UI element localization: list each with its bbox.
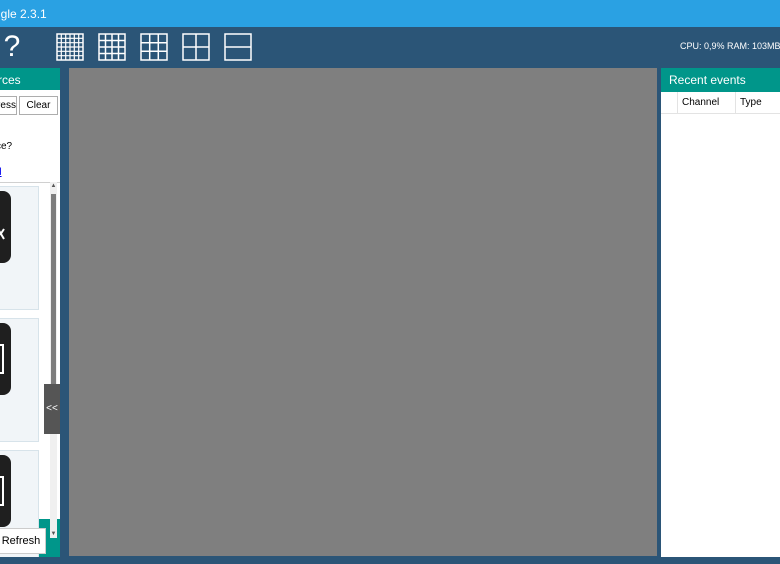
resource-status: CPU: 0,9% RAM: 103MB (680, 41, 780, 51)
column-type[interactable]: Type (735, 92, 780, 113)
source-card[interactable] (0, 318, 39, 442)
device-icon (0, 191, 11, 263)
device-icon (0, 455, 11, 527)
bottom-bar (0, 557, 780, 564)
grid-2x2-icon (182, 33, 210, 61)
layout-1x2-button[interactable] (224, 33, 252, 61)
video-grid-area[interactable] (69, 68, 657, 556)
events-list: Channel Type (661, 92, 780, 557)
address-button[interactable]: ress (0, 96, 17, 115)
source-link[interactable]: d (0, 167, 2, 178)
refresh-button[interactable]: Refresh (0, 528, 46, 554)
events-panel-header: Recent events (661, 68, 780, 90)
toolbar: ? CPU: 0,9% RAM: 103MB (0, 27, 780, 67)
device-icon (0, 323, 11, 395)
source-question: ce? (0, 141, 13, 152)
scroll-up-icon[interactable]: ▲ (50, 182, 57, 190)
sources-panel-title: rces (0, 73, 21, 87)
grid-3x3-icon (140, 33, 168, 61)
collapse-panel-button[interactable]: << (44, 384, 60, 434)
layout-3x3-button[interactable] (140, 33, 168, 61)
clear-button[interactable]: Clear (19, 96, 58, 115)
grid-4x4-icon (98, 33, 126, 61)
layout-6x6-button[interactable] (56, 33, 84, 61)
grid-6x6-icon (56, 33, 84, 61)
layout-4x4-button[interactable] (98, 33, 126, 61)
scroll-thumb[interactable] (51, 194, 56, 414)
window-title: ngle 2.3.1 (0, 7, 47, 21)
events-table-header: Channel Type (661, 92, 780, 114)
layout-2x2-button[interactable] (182, 33, 210, 61)
sources-scrollbar[interactable]: ▲ ▼ (50, 182, 57, 538)
sources-panel-body: ress Clear ce? d ▲ ▼ (0, 90, 60, 557)
source-card[interactable] (0, 186, 39, 310)
grid-1x2-icon (224, 33, 252, 61)
sources-panel-header: rces (0, 68, 60, 90)
events-panel: Recent events Channel Type (661, 68, 780, 557)
help-button[interactable]: ? (2, 27, 22, 67)
column-channel[interactable]: Channel (677, 92, 735, 113)
events-panel-title: Recent events (669, 73, 746, 87)
title-bar: ngle 2.3.1 (0, 0, 780, 27)
sources-panel: rces ress Clear ce? d ▲ ▼ << Refre (0, 68, 60, 557)
scroll-down-icon[interactable]: ▼ (50, 530, 57, 538)
